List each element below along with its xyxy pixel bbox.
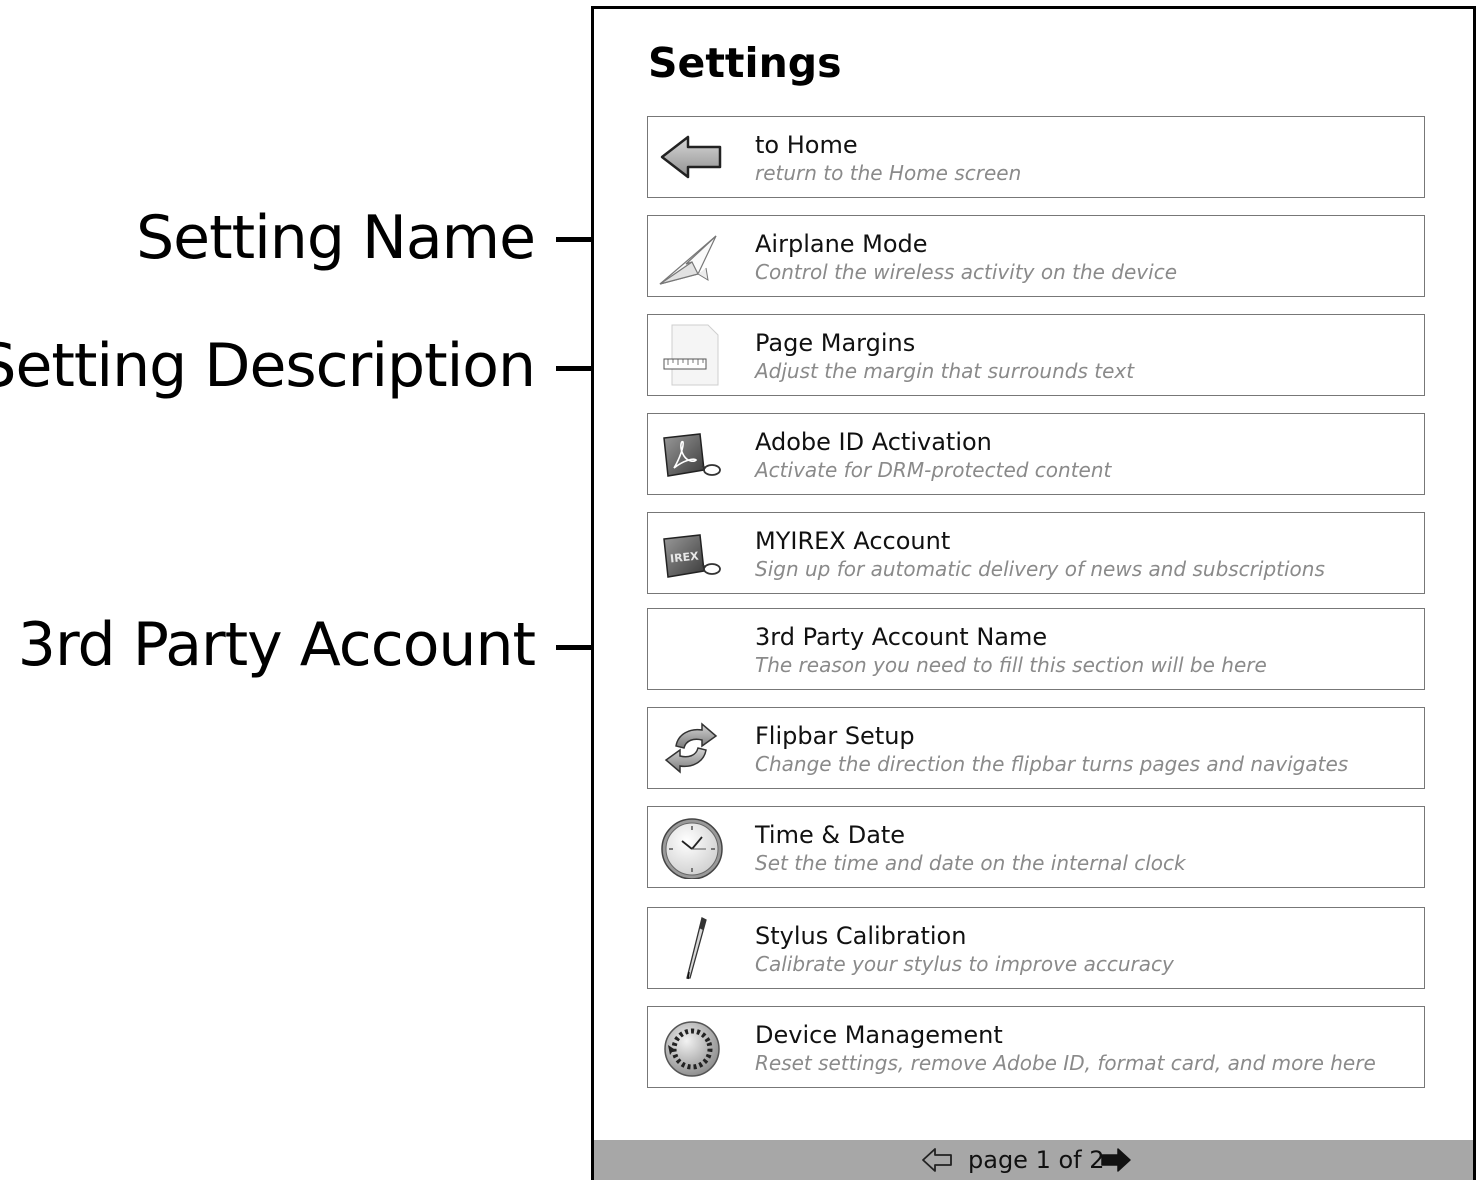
setting-name: Page Margins: [755, 329, 916, 357]
setting-item-adobe-id[interactable]: Adobe ID Activation Activate for DRM-pro…: [647, 413, 1425, 495]
setting-name: MYIREX Account: [755, 527, 951, 555]
setting-description: The reason you need to fill this section…: [755, 653, 1267, 677]
device-reset-icon: [658, 1015, 724, 1079]
setting-description: Change the direction the flipbar turns p…: [755, 752, 1349, 776]
setting-name: Time & Date: [755, 821, 906, 849]
setting-item-stylus-calibration[interactable]: Stylus Calibration Calibrate your stylus…: [647, 907, 1425, 989]
setting-description: Calibrate your stylus to improve accurac…: [755, 952, 1174, 976]
back-arrow-icon: [658, 125, 724, 189]
annotation-setting-description: Setting Description: [0, 331, 536, 401]
setting-name: 3rd Party Account Name: [755, 623, 1048, 651]
paper-airplane-icon: [658, 224, 724, 288]
setting-description: Control the wireless activity on the dev…: [755, 260, 1177, 284]
flip-arrows-icon: [658, 716, 724, 780]
setting-name: Stylus Calibration: [755, 922, 967, 950]
setting-item-device-management[interactable]: Device Management Reset settings, remove…: [647, 1006, 1425, 1088]
setting-description: Sign up for automatic delivery of news a…: [755, 557, 1325, 581]
pagination-bar: page 1 of 2: [594, 1140, 1473, 1180]
annotation-3rd-party-account: 3rd Party Account: [17, 610, 536, 680]
page-indicator: page 1 of 2: [968, 1146, 1105, 1174]
irex-tag-icon: IREX: [658, 521, 724, 585]
setting-description: Reset settings, remove Adobe ID, format …: [755, 1051, 1376, 1075]
clock-icon: [658, 815, 724, 879]
setting-description: Set the time and date on the internal cl…: [755, 851, 1186, 875]
setting-item-airplane-mode[interactable]: Airplane Mode Control the wireless activ…: [647, 215, 1425, 297]
settings-screen: Settings to Home return to the Home scre…: [591, 6, 1476, 1180]
stylus-icon: [658, 916, 724, 980]
setting-item-3rd-party-account[interactable]: 3rd Party Account Name The reason you ne…: [647, 608, 1425, 690]
setting-name: Device Management: [755, 1021, 1003, 1049]
setting-item-time-date[interactable]: Time & Date Set the time and date on the…: [647, 806, 1425, 888]
arrow-left-outline-icon[interactable]: [921, 1146, 953, 1174]
setting-name: Flipbar Setup: [755, 722, 915, 750]
setting-name: Adobe ID Activation: [755, 428, 992, 456]
arrow-right-filled-icon[interactable]: [1100, 1146, 1132, 1174]
adobe-tag-icon: [658, 422, 724, 486]
setting-description: Activate for DRM-protected content: [755, 458, 1112, 482]
setting-item-myirex-account[interactable]: IREX MYIREX Account Sign up for automati…: [647, 512, 1425, 594]
setting-item-page-margins[interactable]: Page Margins Adjust the margin that surr…: [647, 314, 1425, 396]
setting-description: Adjust the margin that surrounds text: [755, 359, 1135, 383]
setting-name: Airplane Mode: [755, 230, 928, 258]
setting-description: return to the Home screen: [755, 161, 1022, 185]
annotation-setting-name: Setting Name: [136, 203, 536, 273]
setting-name: to Home: [755, 131, 858, 159]
page-margin-icon: [658, 323, 724, 387]
page-title: Settings: [648, 39, 842, 87]
setting-item-flipbar-setup[interactable]: Flipbar Setup Change the direction the f…: [647, 707, 1425, 789]
setting-item-home[interactable]: to Home return to the Home screen: [647, 116, 1425, 198]
